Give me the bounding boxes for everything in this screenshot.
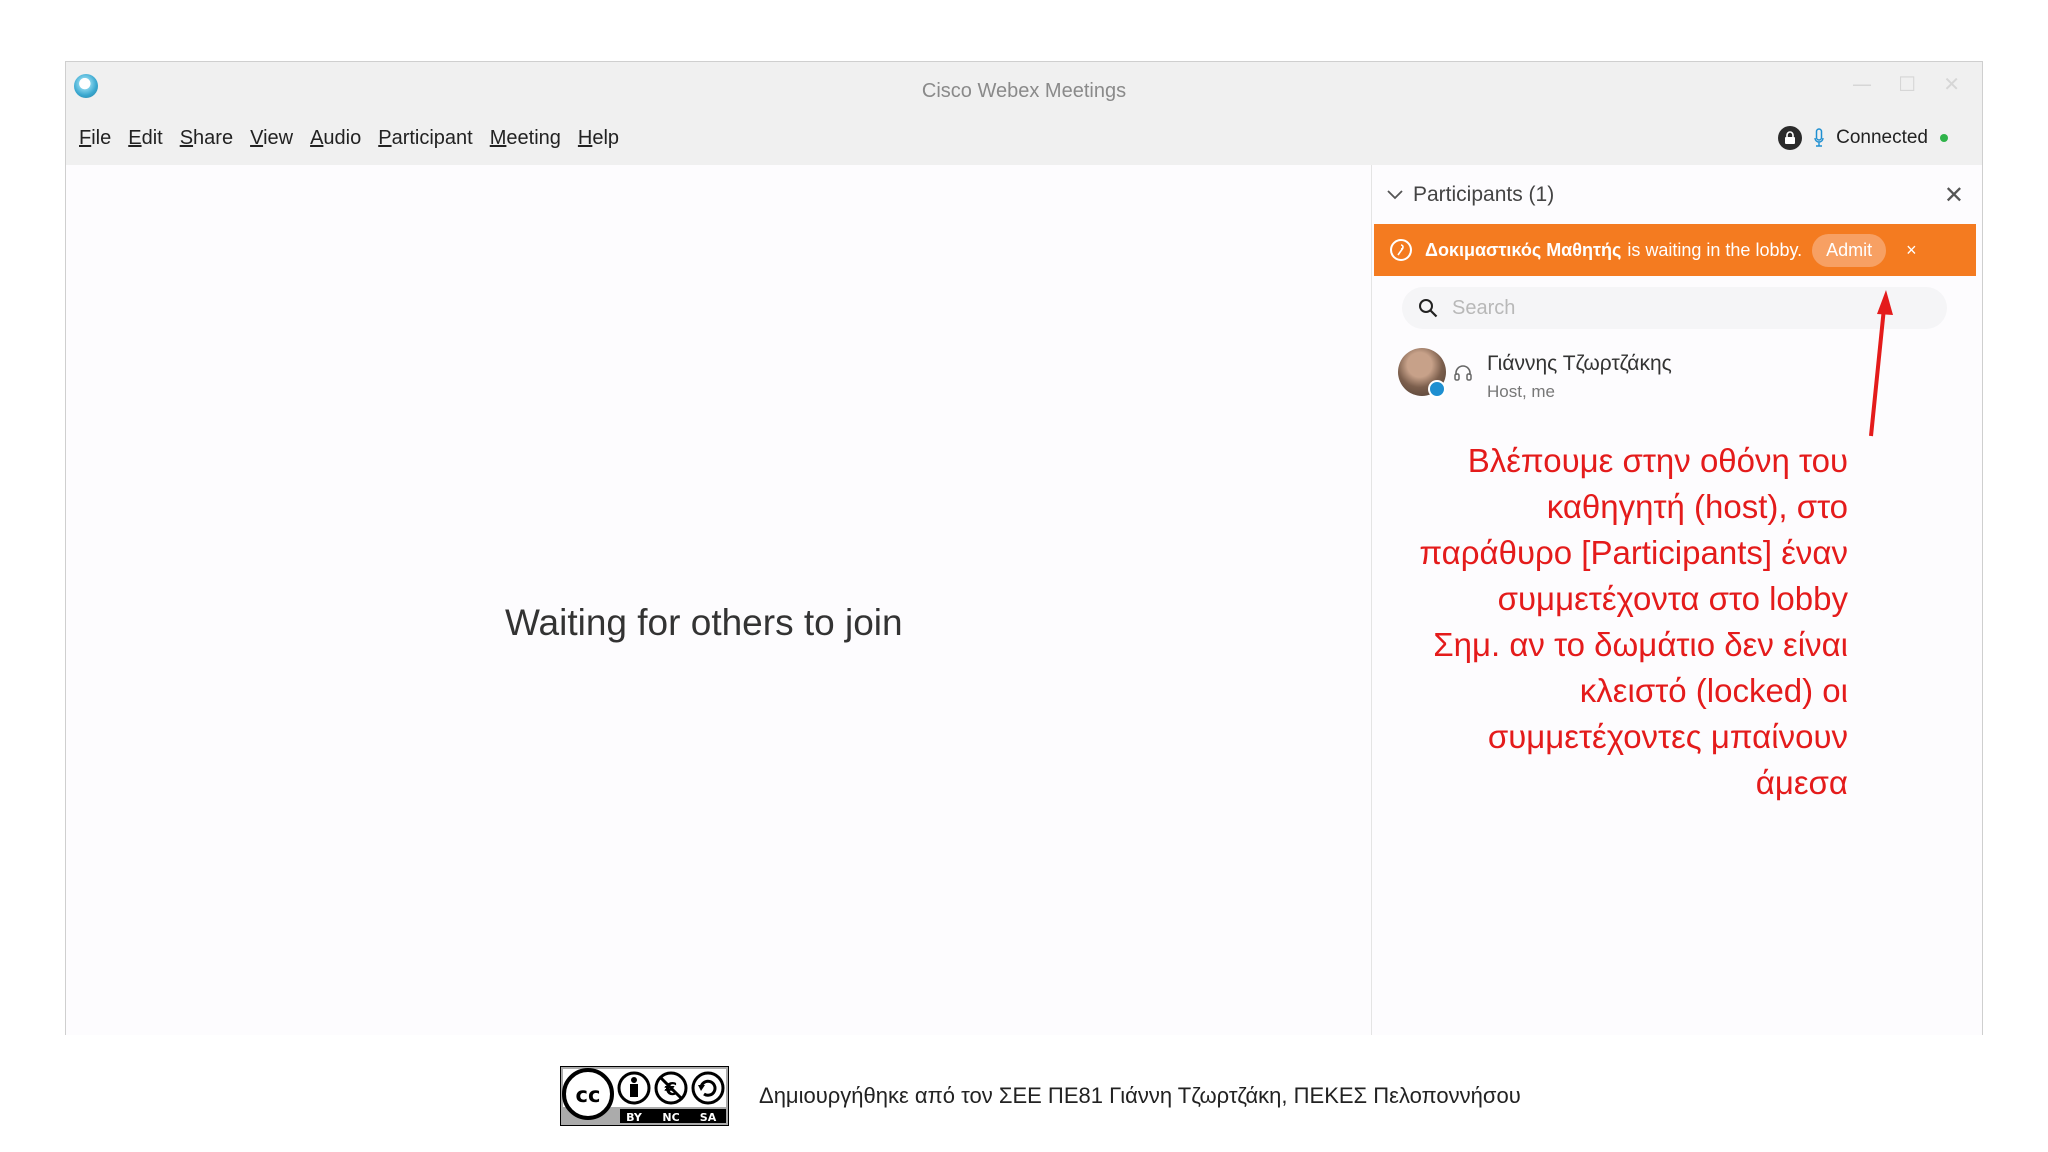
chevron-down-icon[interactable]: [1387, 190, 1403, 200]
maximize-icon[interactable]: ☐: [1898, 72, 1916, 96]
close-window-icon[interactable]: ✕: [1943, 72, 1960, 96]
annotation-line: κλειστό (locked) οι: [1579, 672, 1848, 709]
title-bar: Cisco Webex Meetings — ☐ ✕ File Edit Sha…: [66, 62, 1982, 165]
menu-share[interactable]: Share: [180, 127, 233, 150]
participants-header[interactable]: Participants (1): [1387, 183, 1554, 207]
lobby-status-text: is waiting in the lobby.: [1627, 239, 1803, 260]
lobby-banner: Δοκιμαστικός Μαθητής is waiting in the lo…: [1374, 224, 1976, 276]
cc-badge-label: SA: [700, 1111, 717, 1124]
menu-participant[interactable]: Participant: [378, 127, 473, 150]
annotation-line: καθηγητή (host), στο: [1546, 488, 1848, 525]
participant-row[interactable]: Γιάννης Τζωρτζάκης Host, me: [1398, 346, 1958, 402]
lobby-participant-name: Δοκιμαστικός Μαθητής: [1425, 239, 1622, 260]
connected-dot-icon: [1940, 134, 1948, 142]
lobby-key-icon: [1390, 239, 1412, 261]
annotation-line: Σημ. αν το δωμάτιο δεν είναι: [1433, 626, 1848, 663]
annotation-line: συμμετέχοντα στο lobby: [1497, 580, 1848, 617]
menu-meeting[interactable]: Meeting: [490, 127, 561, 150]
footer-credit: Δημιουργήθηκε από τον ΣΕΕ ΠΕ81 Γιάννη Τζ…: [759, 1083, 1521, 1108]
avatar-status-icon: [1428, 380, 1446, 398]
footer: cc € BY NC SA Δημιουργήθηκε από τον ΣΕΕ …: [560, 1066, 1521, 1126]
headset-icon: [1454, 365, 1472, 381]
annotation-line: παράθυρο [Participants] έναν: [1419, 534, 1848, 571]
connection-status: Connected: [1778, 126, 1948, 150]
lock-icon[interactable]: [1778, 126, 1803, 150]
search-icon: [1419, 299, 1438, 318]
cc-badge-label: NC: [662, 1111, 679, 1124]
lobby-message: Δοκιμαστικός Μαθητής is waiting in the lo…: [1425, 240, 1802, 261]
window-title: Cisco Webex Meetings: [921, 80, 1127, 102]
panel-close-icon[interactable]: ✕: [1944, 181, 1964, 209]
annotation-line: Βλέπουμε στην οθόνη του: [1467, 442, 1848, 479]
search-box[interactable]: [1402, 287, 1947, 329]
menu-bar: File Edit Share View Audio Participant M…: [79, 127, 619, 150]
participant-name: Γιάννης Τζωρτζάκης: [1487, 352, 1672, 375]
menu-file[interactable]: File: [79, 127, 111, 150]
menu-help[interactable]: Help: [578, 127, 619, 150]
admit-button[interactable]: Admit: [1812, 233, 1887, 267]
menu-audio[interactable]: Audio: [310, 127, 361, 150]
participant-role: Host, me: [1487, 382, 1556, 401]
meeting-stage: Waiting for others to join: [66, 165, 1371, 1035]
annotation-line: συμμετέχοντες μπαίνουν: [1487, 718, 1848, 755]
minimize-icon[interactable]: —: [1852, 72, 1872, 96]
waiting-message: Waiting for others to join: [505, 602, 903, 643]
microphone-icon[interactable]: [1814, 128, 1824, 148]
menu-view[interactable]: View: [250, 127, 293, 150]
cc-license-icon: cc € BY NC SA: [560, 1066, 729, 1126]
search-input[interactable]: [1450, 295, 1894, 321]
annotation-line: άμεσα: [1755, 764, 1848, 801]
banner-close-icon[interactable]: ×: [1906, 240, 1917, 261]
menu-edit[interactable]: Edit: [128, 127, 162, 150]
cc-badge-label: BY: [626, 1111, 643, 1124]
annotation-text: Βλέπουμε στην οθόνη του καθηγητή (host),…: [1360, 438, 1848, 806]
connection-label: Connected: [1836, 127, 1928, 148]
participants-title: Participants (1): [1413, 183, 1555, 206]
cc-badge-label: cc: [576, 1083, 601, 1107]
